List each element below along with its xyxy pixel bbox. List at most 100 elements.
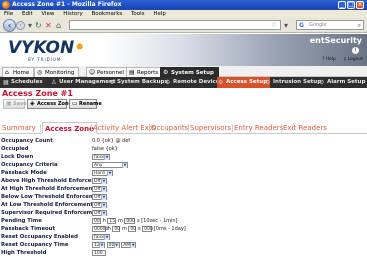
passback-timeout-minutes[interactable]: 00 [128,225,137,232]
subtab-schedules[interactable]: ▦ Schedules [2,77,43,88]
back-button[interactable]: ‹ [3,19,16,32]
menu-bar: File Edit View History Bookmarks Tools H… [0,10,367,18]
alarm-icon: ⚙ [319,79,325,86]
intrusion-icon: ⚙ [265,79,271,86]
tab-monitoring[interactable]: ◎ Monitoring [34,67,80,77]
field-label: Passback Mode [1,170,47,176]
form-row: Occupied false {ok} [0,145,367,153]
forward-button[interactable]: › [16,21,25,30]
page-title: Access Zone #1 [2,89,73,98]
tab-entry-readers[interactable]: Entry Readers [234,122,283,134]
field-label: At Low Threshold Enforcement [1,202,93,208]
subtab-user-management[interactable]: ♙ User Management [50,77,116,88]
menu-bookmarks[interactable]: Bookmarks [92,11,123,17]
logout-link[interactable]: Logout [348,57,363,62]
product-name: entSecurity [309,36,362,45]
tab-exit-readers[interactable]: Exit Readers [283,122,327,134]
subtab-remote-devices[interactable]: ⚙ Remote Devices [164,77,223,88]
pending-time-hours[interactable]: 00 [92,217,101,224]
firefox-icon [2,1,10,9]
save-button[interactable]: ▣ Save [3,99,27,109]
reset-occupancy-enabled-select[interactable]: false ▼ [92,233,110,240]
search-input[interactable]: G Google ⌕ [296,20,364,30]
menu-view[interactable]: View [41,11,54,17]
field-label: Supervisor Required Enforcement [1,210,103,216]
rename-icon: ▭ [72,100,78,107]
bookmark-star-icon[interactable]: ☆ [271,21,277,30]
menu-edit[interactable]: Edit [22,11,33,17]
minimize-button[interactable]: _ [338,1,346,9]
url-dropdown-icon[interactable]: ▾ [284,21,288,30]
occupancy-count-value: 0.0 {ok} @ def [92,138,131,144]
menu-history[interactable]: History [63,11,83,17]
menu-tools[interactable]: Tools [131,11,145,17]
browser-window: Access Zone #1 - Mozilla Firefox _ □ × F… [0,0,367,265]
tab-system-setup[interactable]: ⚙ System Setup [160,67,219,77]
form-row: Below Low Threshold Enforcement Off ▼ [0,193,367,201]
above-high-threshold-select[interactable]: Off ▼ [92,177,107,184]
passback-timeout-ms[interactable]: 000 [142,225,153,232]
maximize-button[interactable]: □ [347,1,355,9]
below-low-threshold-select[interactable]: Off ▼ [92,193,107,200]
stop-icon[interactable]: ✕ [45,21,52,30]
banner-links: ?Help ⚷Logout [316,57,363,62]
dropdown-icon[interactable]: ▾ [28,21,32,30]
subtab-alarm-setup[interactable]: ⚙ Alarm Setup [318,77,365,88]
chevron-down-icon: ▼ [113,242,119,248]
lock-down-select[interactable]: false ▼ [92,153,110,160]
section-tabs: Summary Access Zone Activity Alert Exts … [0,122,367,134]
field-label: Occupancy Count [1,138,53,144]
supervisor-required-select[interactable]: Off ▼ [92,209,107,216]
close-button[interactable]: × [356,1,364,9]
reset-minute-select[interactable]: 00 ▼ [106,241,120,248]
help-link[interactable]: Help [326,57,336,62]
form-row: Above High Threshold Enforcement Off ▼ [0,177,367,185]
subtab-system-backups[interactable]: ⟲ System Backups [108,77,168,88]
occupancy-criteria-select[interactable]: Any ▼ [92,161,128,168]
form-row: Pending Time 00 h 15 m 000 s [10sec - 1m… [1,217,178,224]
access-zones-button[interactable]: ◈ Access Zones [27,99,75,109]
passback-timeout-days[interactable]: 00000 [92,225,108,232]
backup-icon: ⟲ [109,79,115,86]
at-high-threshold-select[interactable]: Off ▼ [92,185,107,192]
tab-access-zone[interactable]: Access Zone [42,122,97,134]
form-row: Supervisor Required Enforcement Off ▼ [0,209,367,217]
tab-personnel[interactable]: ☺ Personnel [86,67,129,77]
subtab-access-setup[interactable]: ⚙ Access Setup [217,77,271,88]
tab-summary[interactable]: Summary [2,122,36,134]
vykon-logo: VYKON• [8,38,86,58]
field-label: Occupancy Criteria [1,162,58,168]
info-icon[interactable]: i [352,47,359,54]
field-label: Above High Threshold Enforcement [1,178,107,184]
home-icon[interactable]: ⌂ [56,21,61,30]
form-row: Lock Down false ▼ [0,153,367,161]
menu-file[interactable]: File [4,11,13,17]
high-threshold-input[interactable]: 100 [92,249,106,256]
chevron-down-icon: ▼ [104,154,109,160]
chevron-down-icon: ▼ [101,210,106,216]
pending-time-minutes[interactable]: 15 [107,217,117,224]
tab-occupants[interactable]: Occupants [151,122,188,134]
at-low-threshold-select[interactable]: Off ▼ [92,201,107,208]
rename-button[interactable]: ▭ Rename [69,99,102,109]
form-row: Passback Mode Hard ▼ [0,169,367,177]
subtab-intrusion-setup[interactable]: ⚙ Intrusion Setup [264,77,321,88]
tab-activity-alert-exts[interactable]: Activity Alert Exts [93,122,155,134]
reset-hour-select[interactable]: 12 ▼ [92,241,105,248]
menu-help[interactable]: Help [153,11,166,17]
schedule-icon: ▦ [3,79,9,86]
field-label: Reset Occupancy Time [1,242,69,248]
form-row: At Low Threshold Enforcement Off ▼ [0,201,367,209]
tab-supervisors[interactable]: Supervisors [190,122,231,134]
user-icon: ♙ [51,79,57,86]
window-title: Access Zone #1 - Mozilla Firefox [12,1,122,8]
tab-home[interactable]: ⌂ Home [2,67,35,77]
reset-ampm-select[interactable]: AM ▼ [121,241,137,248]
passback-timeout-hours[interactable]: 00 [112,225,121,232]
url-bar[interactable]: ☆ [69,20,281,30]
passback-mode-select[interactable]: Hard ▼ [92,169,113,176]
tab-reports[interactable]: ▤ Reports [126,67,164,77]
pending-time-ms[interactable]: 000 [124,217,136,224]
reload-icon[interactable]: ↻ [35,21,42,30]
search-icon[interactable]: ⌕ [358,21,361,30]
